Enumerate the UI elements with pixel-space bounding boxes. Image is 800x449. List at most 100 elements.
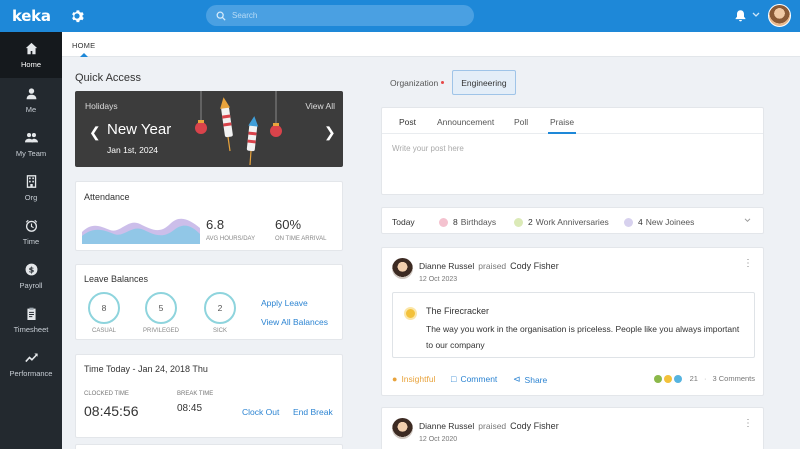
- badge-icon: [404, 307, 417, 320]
- more-options-icon[interactable]: ⋮: [743, 259, 753, 269]
- prev-holiday-button[interactable]: ❮: [89, 125, 101, 139]
- quick-access-title: Quick Access: [75, 72, 142, 84]
- post-verb: praised: [478, 421, 507, 431]
- post-textarea[interactable]: [392, 144, 752, 184]
- gear-icon[interactable]: [70, 9, 84, 23]
- sidebar-item-label: Timesheet: [13, 324, 49, 334]
- author-avatar[interactable]: [392, 418, 413, 439]
- tab-home[interactable]: HOME: [72, 41, 95, 57]
- post-date: 12 Oct 2023: [419, 276, 458, 283]
- new-joinees-item[interactable]: 4 New Joinees: [624, 217, 694, 227]
- holidays-view-all-link[interactable]: View All: [305, 101, 335, 111]
- sidebar-item-label: Home: [20, 59, 41, 69]
- insightful-button[interactable]: ● Insightful: [392, 374, 435, 384]
- view-all-balances-link[interactable]: View All Balances: [261, 317, 328, 327]
- lightbulb-icon: ●: [392, 374, 398, 384]
- clock-out-button[interactable]: Clock Out: [242, 407, 279, 417]
- sidebar-item-timesheet[interactable]: Timesheet: [0, 298, 62, 342]
- sidebar-item-payroll[interactable]: $ Payroll: [0, 254, 62, 298]
- anniversaries-label: Work Anniversaries: [535, 217, 609, 227]
- comment-label: Comment: [460, 374, 498, 384]
- joinees-label: New Joinees: [645, 217, 695, 227]
- birthdays-label: Birthdays: [460, 217, 497, 227]
- sick-leave-ring[interactable]: 2: [204, 292, 236, 324]
- expand-chevron-icon[interactable]: [744, 218, 751, 223]
- sidebar-item-home[interactable]: Home: [0, 32, 62, 78]
- tab-post[interactable]: Post: [399, 117, 416, 127]
- author-name[interactable]: Dianne Russel: [419, 421, 474, 431]
- tab-engineering[interactable]: Engineering: [452, 70, 516, 95]
- keka-logo[interactable]: keka: [12, 7, 51, 25]
- sidebar-item-org[interactable]: Org: [0, 166, 62, 210]
- author-name[interactable]: Dianne Russel: [419, 261, 474, 271]
- comments-count[interactable]: 3 Comments: [712, 374, 755, 383]
- sidebar-item-label: Payroll: [19, 280, 43, 290]
- org-tabs: Organization Engineering: [382, 70, 516, 95]
- post-composer: Post Announcement Poll Praise: [381, 107, 764, 195]
- like-reaction-icon: [653, 374, 662, 383]
- avg-hours-value: 6.8: [206, 217, 225, 232]
- post-header: Dianne Russel praised Cody Fisher: [419, 261, 559, 271]
- joinees-count: 4: [638, 217, 643, 227]
- post-date: 12 Oct 2020: [419, 436, 458, 443]
- sidebar-item-label: Me: [25, 104, 37, 114]
- leave-balances-title: Leave Balances: [84, 274, 149, 284]
- tab-organization-label: Organization: [390, 77, 439, 88]
- feed-post: Dianne Russel praised Cody Fisher 12 Oct 2…: [381, 247, 764, 396]
- sidebar-item-label: Org: [24, 192, 38, 202]
- attendance-card[interactable]: Attendance 6.8 AVG HOURS/DAY 60% ON TIME…: [75, 181, 343, 251]
- work-anniversaries-item[interactable]: 2 Work Anniversaries: [514, 217, 609, 227]
- separator-dot: ·: [703, 374, 707, 383]
- praised-person[interactable]: Cody Fisher: [510, 261, 559, 271]
- more-options-icon[interactable]: ⋮: [743, 419, 753, 429]
- sidebar-item-me[interactable]: Me: [0, 78, 62, 122]
- praise-box: The Firecracker The way you work in the …: [392, 292, 755, 358]
- cake-icon: [439, 217, 448, 227]
- casual-leave-value: 8: [101, 303, 107, 313]
- praise-body: The way you work in the organisation is …: [426, 324, 740, 350]
- attendance-title: Attendance: [84, 192, 130, 202]
- break-time-label: BREAK TIME: [177, 391, 214, 397]
- apply-leave-link[interactable]: Apply Leave: [261, 298, 308, 308]
- new-joinee-icon: [624, 217, 633, 227]
- sidebar-item-performance[interactable]: Performance: [0, 342, 62, 386]
- casual-leave-label: CASUAL: [91, 328, 116, 334]
- reactions-summary[interactable]: 21 · 3 Comments: [653, 374, 755, 383]
- on-time-value: 60%: [275, 217, 302, 232]
- post-verb: praised: [478, 261, 507, 271]
- chevron-down-icon[interactable]: [752, 12, 760, 18]
- tab-engineering-label: Engineering: [461, 77, 507, 88]
- tab-announcement[interactable]: Announcement: [437, 117, 494, 127]
- post-header: Dianne Russel praised Cody Fisher: [419, 421, 559, 431]
- privileged-leave-value: 5: [158, 303, 164, 313]
- sidebar-item-label: My Team: [15, 148, 47, 158]
- sidebar-item-time[interactable]: Time: [0, 210, 62, 254]
- birthdays-item[interactable]: 8 Birthdays: [439, 217, 496, 227]
- holidays-card: Holidays View All ❮ ❯ New Year Jan 1st, …: [75, 91, 343, 167]
- user-avatar[interactable]: [768, 4, 791, 27]
- comment-icon: □: [451, 374, 457, 384]
- sidebar: keka Home Me My Team Org Time $ Payroll …: [0, 0, 62, 449]
- bell-icon[interactable]: [734, 9, 747, 22]
- end-break-button[interactable]: End Break: [293, 407, 333, 417]
- next-holiday-button[interactable]: ❯: [324, 125, 336, 139]
- insightful-reaction-icon: [663, 374, 672, 383]
- holiday-date: Jan 1st, 2024: [107, 145, 159, 155]
- tab-organization[interactable]: Organization: [382, 70, 452, 95]
- search-input[interactable]: [232, 11, 452, 20]
- break-time-value: 08:45: [177, 403, 203, 414]
- holidays-label: Holidays: [85, 101, 118, 111]
- comment-button[interactable]: □ Comment: [451, 374, 497, 384]
- author-avatar[interactable]: [392, 258, 413, 279]
- tab-poll[interactable]: Poll: [514, 117, 528, 127]
- casual-leave-ring[interactable]: 8: [88, 292, 120, 324]
- privileged-leave-ring[interactable]: 5: [145, 292, 177, 324]
- feed-post: Dianne Russel praised Cody Fisher 12 Oct 2…: [381, 407, 764, 449]
- share-button[interactable]: ⊲ Share: [513, 374, 547, 385]
- holiday-name: New Year: [107, 121, 172, 138]
- search-bar[interactable]: [206, 5, 474, 26]
- sidebar-item-my-team[interactable]: My Team: [0, 122, 62, 166]
- praised-person[interactable]: Cody Fisher: [510, 421, 559, 431]
- tab-praise[interactable]: Praise: [547, 117, 577, 134]
- svg-text:$: $: [28, 264, 34, 274]
